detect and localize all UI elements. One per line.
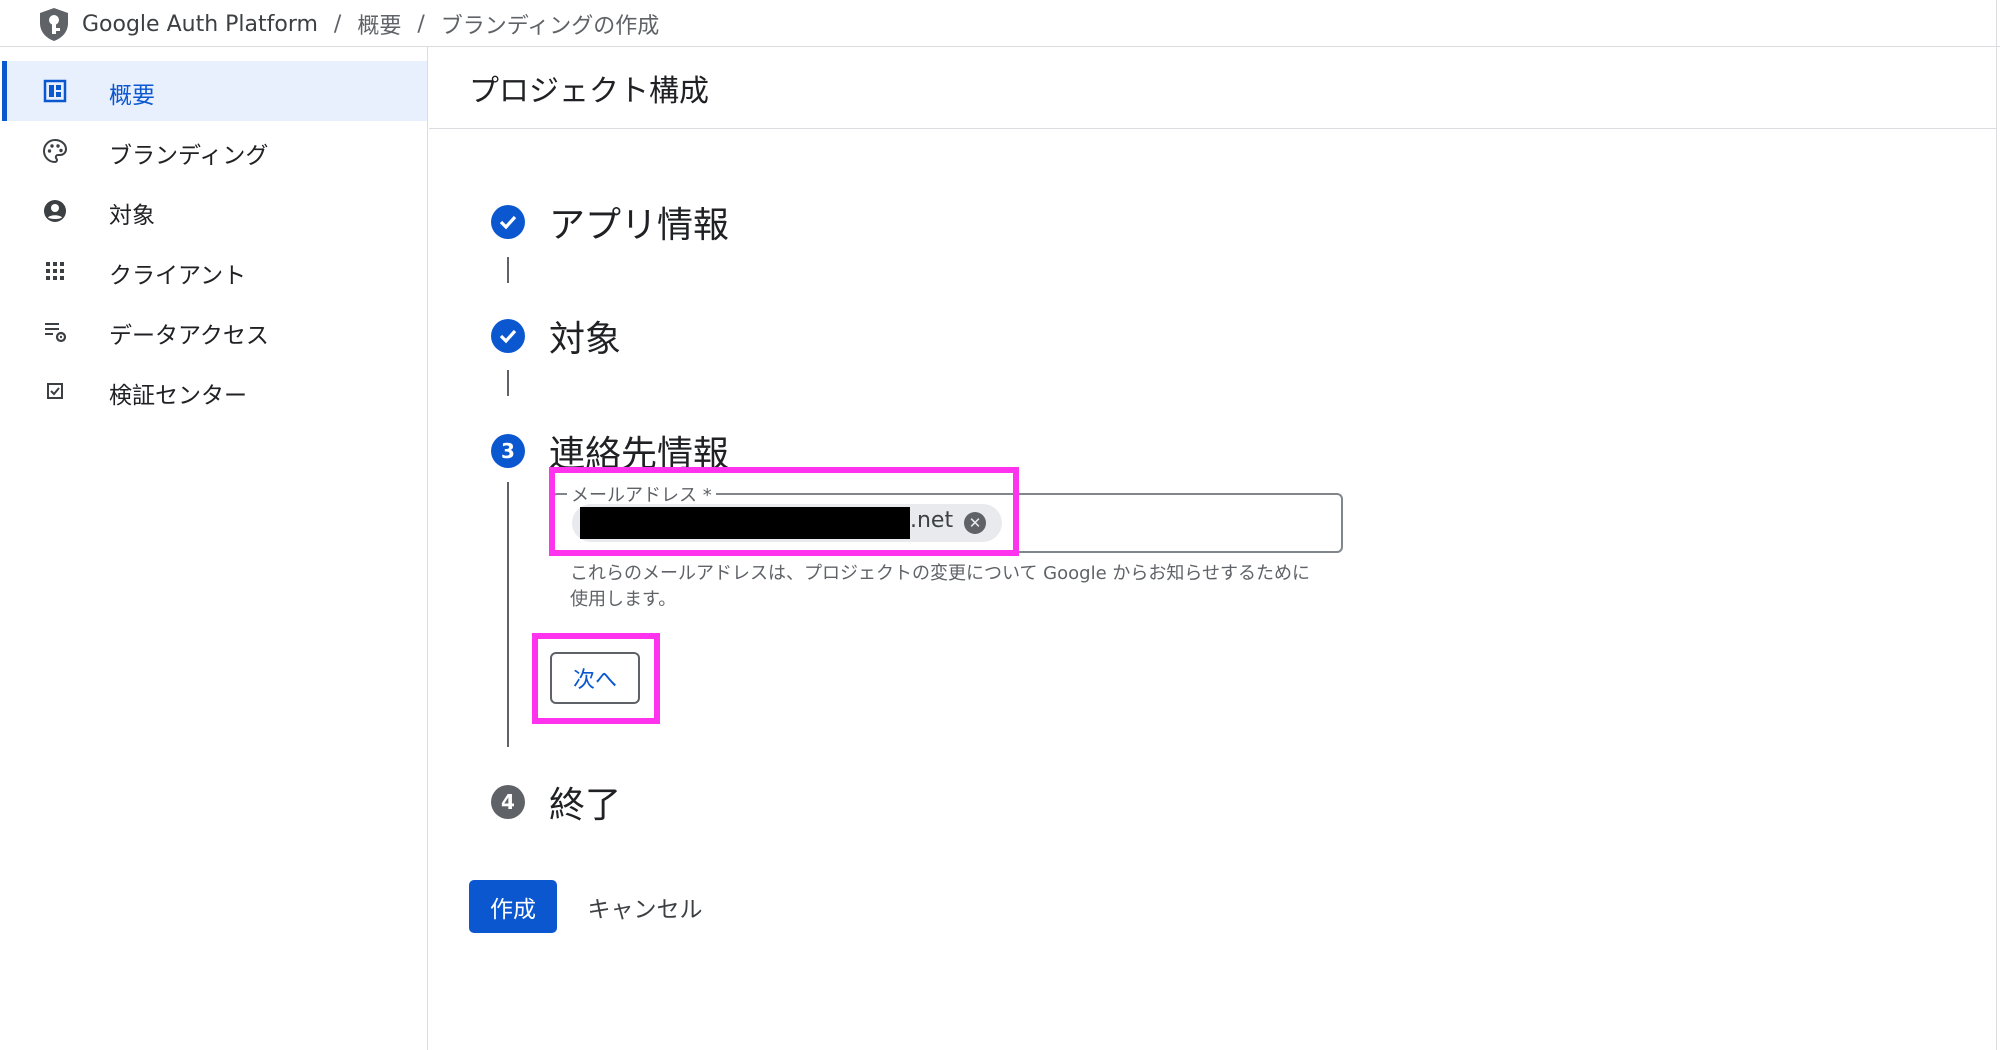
sidebar-item-label: 概要 (109, 83, 155, 109)
auth-platform-shield-icon (40, 8, 68, 41)
sidebar-item-branding[interactable]: ブランディング (4, 121, 427, 181)
breadcrumb: Google Auth Platform / 概要 / ブランディングの作成 (82, 8, 659, 40)
page-header: プロジェクト構成 (429, 47, 1997, 129)
sidebar-item-label: 検証センター (109, 383, 247, 409)
step-2-check-icon (491, 319, 525, 353)
step-connector (507, 482, 509, 747)
sidebar-nav: 概要 ブランディング 対象 クライアント データアクセス 検証センター (0, 47, 428, 1050)
sidebar-item-data-access[interactable]: データアクセス (4, 301, 427, 361)
email-hint-text: これらのメールアドレスは、プロジェクトの変更について Google からお知らせ… (570, 563, 1311, 610)
account-circle-icon (44, 200, 66, 222)
sidebar-item-overview[interactable]: 概要 (2, 61, 427, 121)
cancel-button[interactable]: キャンセル (580, 880, 710, 933)
breadcrumb-separator: / (333, 11, 342, 37)
dashboard-icon (43, 79, 67, 103)
top-bar: Google Auth Platform / 概要 / ブランディングの作成 (0, 0, 2000, 47)
breadcrumb-current: ブランディングの作成 (440, 14, 660, 39)
check-box-icon (47, 383, 63, 399)
step-connector (507, 257, 509, 283)
sidebar-item-label: クライアント (109, 263, 247, 289)
sidebar-item-clients[interactable]: クライアント (4, 241, 427, 301)
list-settings-icon (45, 323, 67, 343)
annotation-highlight-next (532, 633, 660, 724)
page-title: プロジェクト構成 (469, 74, 709, 109)
step-1-title[interactable]: アプリ情報 (549, 196, 729, 248)
sidebar-item-audience[interactable]: 対象 (4, 181, 427, 241)
breadcrumb-separator: / (417, 11, 425, 37)
step-4-number-badge: 4 (491, 785, 525, 819)
palette-icon (42, 138, 68, 164)
sidebar-item-verification-center[interactable]: 検証センター (4, 361, 427, 421)
apps-grid-icon (46, 262, 64, 280)
breadcrumb-app-name[interactable]: Google Auth Platform (82, 12, 318, 37)
step-3-number-badge: 3 (491, 434, 525, 468)
step-2-title[interactable]: 対象 (549, 310, 621, 362)
annotation-highlight-email (549, 467, 1019, 556)
create-button[interactable]: 作成 (469, 880, 557, 933)
content-right-border (1996, 0, 1997, 1050)
sidebar-item-label: ブランディング (109, 143, 269, 169)
step-connector (507, 370, 509, 396)
step-4-title: 終了 (549, 785, 622, 826)
sidebar-item-label: データアクセス (109, 323, 269, 349)
sidebar-item-label: 対象 (109, 203, 155, 229)
breadcrumb-overview[interactable]: 概要 (357, 8, 401, 40)
step-1-check-icon (491, 205, 525, 239)
